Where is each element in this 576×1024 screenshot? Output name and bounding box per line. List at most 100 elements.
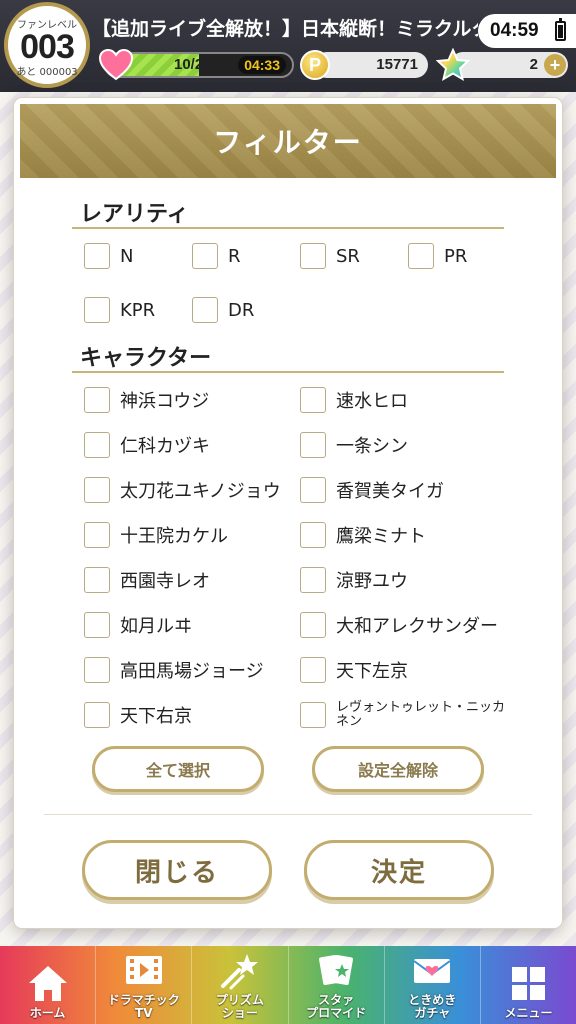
rarity-divider (72, 227, 504, 229)
add-stars-button[interactable]: + (544, 54, 566, 76)
character-checkbox[interactable]: 鷹梁ミナト (300, 521, 426, 549)
close-button[interactable]: 閉じる (82, 840, 272, 900)
clear-all-button[interactable]: 設定全解除 (312, 746, 484, 792)
stamina-value: 10/20 (174, 56, 212, 73)
dialog-title: フィルター (20, 104, 556, 178)
character-checkbox[interactable]: 天下右京 (84, 701, 192, 729)
nav-prism-show[interactable]: プリズム ショー (192, 946, 289, 1024)
nav-label: ホーム (29, 1006, 66, 1020)
checkbox-box[interactable] (84, 432, 110, 458)
filter-dialog: フィルター レアリティ N R SR PR KPR DR キャラクター 神浜コウ… (14, 98, 562, 928)
character-checkbox[interactable]: 高田馬場ジョージ (84, 656, 264, 684)
rarity-checkbox-n[interactable]: N (84, 242, 133, 270)
star-icon (436, 48, 470, 82)
checkbox-box[interactable] (300, 243, 326, 269)
checkbox-label: R (228, 245, 241, 267)
film-icon (125, 956, 162, 984)
coin-bar: 15771 (314, 52, 428, 78)
character-checkbox[interactable]: 速水ヒロ (300, 386, 408, 414)
checkbox-box[interactable] (192, 243, 218, 269)
rarity-checkbox-pr[interactable]: PR (408, 242, 467, 270)
checkbox-label: 太刀花ユキノジョウ (120, 481, 281, 502)
checkbox-label: 速水ヒロ (336, 391, 408, 412)
home-icon (28, 966, 67, 1001)
checkbox-label: 十王院カケル (120, 526, 228, 547)
rarity-heading: レアリティ (80, 202, 189, 227)
checkbox-label: N (120, 245, 134, 267)
clock-text: 04:59 (490, 20, 539, 41)
checkbox-label: 涼野ユウ (336, 571, 408, 592)
character-checkbox[interactable]: 大和アレクサンダー (300, 611, 498, 639)
stamina-timer: 04:33 (238, 56, 286, 74)
news-ticker[interactable]: 【追加ライブ全解放！】日本縦断！ミラクルクイ (92, 10, 478, 48)
checkbox-box[interactable] (84, 702, 110, 728)
grid-icon (512, 967, 546, 1000)
checkbox-box[interactable] (84, 522, 110, 548)
checkbox-label: レヴォントゥレット・ニッカネン (336, 700, 506, 729)
checkbox-box[interactable] (84, 387, 110, 413)
checkbox-label: KPR (120, 299, 156, 321)
nav-gacha[interactable]: ときめき ガチャ (385, 946, 481, 1024)
checkbox-box[interactable] (84, 657, 110, 683)
rarity-checkbox-dr[interactable]: DR (192, 296, 254, 324)
clock: 04:59 (478, 14, 576, 48)
nav-star-bromide[interactable]: スタァ プロマイド (289, 946, 385, 1024)
checkbox-label: PR (444, 245, 468, 267)
fan-level-value: 003 (20, 28, 75, 66)
nav-label: メニュー (504, 1006, 553, 1020)
checkbox-box[interactable] (300, 567, 326, 593)
bottom-nav: ホーム ドラマチック TV プリズム ショー スタァ プロマイド ときめき ガチ… (0, 946, 576, 1024)
rarity-checkbox-sr[interactable]: SR (300, 242, 360, 270)
checkbox-box[interactable] (300, 657, 326, 683)
checkbox-box[interactable] (84, 297, 110, 323)
fan-level-badge[interactable]: ファンレベル 003 あと 000003 (4, 2, 90, 88)
rarity-checkbox-r[interactable]: R (192, 242, 241, 270)
checkbox-label: 香賀美タイガ (336, 481, 444, 502)
select-all-button[interactable]: 全て選択 (92, 746, 264, 792)
character-checkbox[interactable]: 涼野ユウ (300, 566, 408, 594)
checkbox-box[interactable] (84, 567, 110, 593)
checkbox-box[interactable] (84, 612, 110, 638)
character-checkbox[interactable]: 太刀花ユキノジョウ (84, 476, 281, 504)
nav-label: スタァ プロマイド (306, 993, 367, 1020)
character-checkbox[interactable]: 天下左京 (300, 656, 408, 684)
coin-icon: P (300, 50, 330, 80)
nav-home[interactable]: ホーム (0, 946, 97, 1024)
character-checkbox[interactable]: レヴォントゥレット・ニッカネン (300, 701, 516, 729)
nav-drama-tv[interactable]: ドラマチック TV (96, 946, 193, 1024)
character-checkbox[interactable]: 如月ルヰ (84, 611, 192, 639)
character-checkbox[interactable]: 十王院カケル (84, 521, 228, 549)
heart-icon (98, 48, 134, 81)
envelope-icon (413, 959, 451, 983)
nav-menu[interactable]: メニュー (481, 946, 576, 1024)
character-heading: キャラクター (80, 346, 212, 371)
battery-icon (555, 18, 566, 41)
character-checkbox[interactable]: 西園寺レオ (84, 566, 210, 594)
confirm-button[interactable]: 決定 (304, 840, 494, 900)
star-value: 2 (529, 56, 538, 73)
checkbox-box[interactable] (300, 477, 326, 503)
checkbox-label: 西園寺レオ (120, 571, 210, 592)
cards-icon (319, 954, 354, 986)
checkbox-box[interactable] (300, 702, 326, 728)
checkbox-box[interactable] (300, 522, 326, 548)
character-checkbox[interactable]: 仁科カヅキ (84, 431, 210, 459)
nav-label: ドラマチック TV (107, 993, 180, 1020)
character-checkbox[interactable]: 香賀美タイガ (300, 476, 444, 504)
coin-value: 15771 (376, 56, 418, 73)
checkbox-box[interactable] (84, 477, 110, 503)
checkbox-box[interactable] (300, 387, 326, 413)
nav-label: ときめき ガチャ (408, 993, 457, 1020)
checkbox-label: 大和アレクサンダー (336, 616, 498, 637)
divider (44, 814, 532, 815)
checkbox-box[interactable] (300, 612, 326, 638)
rarity-checkbox-kpr[interactable]: KPR (84, 296, 155, 324)
checkbox-box[interactable] (84, 243, 110, 269)
checkbox-box[interactable] (408, 243, 434, 269)
checkbox-label: 一条シン (336, 436, 408, 457)
character-divider (72, 371, 504, 373)
character-checkbox[interactable]: 一条シン (300, 431, 408, 459)
character-checkbox[interactable]: 神浜コウジ (84, 386, 209, 414)
checkbox-box[interactable] (192, 297, 218, 323)
checkbox-box[interactable] (300, 432, 326, 458)
